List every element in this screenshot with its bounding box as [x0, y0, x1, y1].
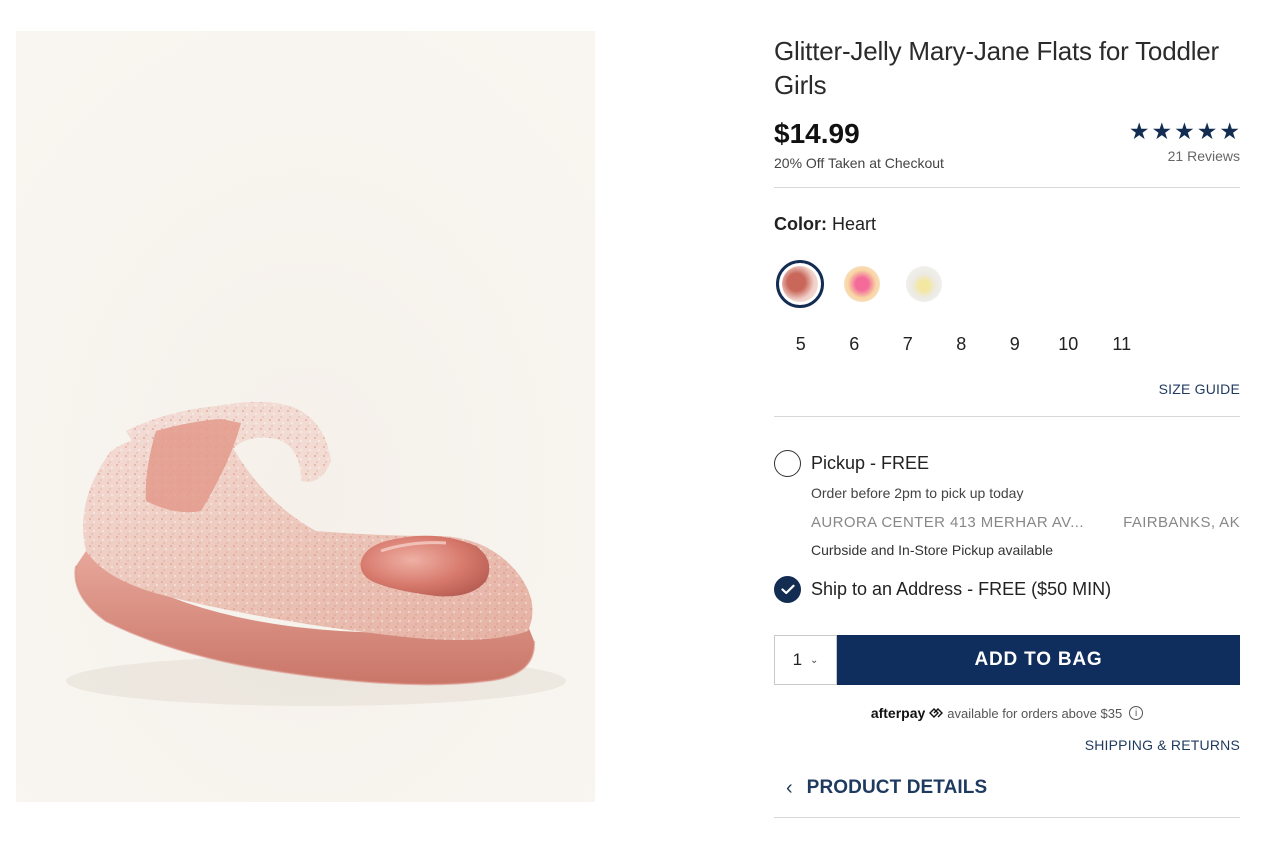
star-icon: ★: [1151, 118, 1173, 144]
star-icon: ★: [1219, 118, 1240, 144]
star-icon: ★: [1196, 118, 1218, 144]
store-location[interactable]: AURORA CENTER 413 MERHAR AV... FAIRBANKS…: [811, 514, 1240, 531]
product-title: Glitter-Jelly Mary-Jane Flats for Toddle…: [774, 36, 1220, 100]
ship-radio[interactable]: [774, 576, 801, 603]
product-details-label: PRODUCT DETAILS: [806, 777, 988, 798]
rainbow-swatch-icon: [844, 266, 880, 302]
color-label-key: Color:: [774, 214, 827, 234]
shipping-returns-link[interactable]: SHIPPING & RETURNS: [774, 737, 1240, 753]
pickup-option[interactable]: Pickup - FREE: [774, 450, 1240, 477]
checkmark-icon: [780, 584, 795, 595]
fulfillment-options: Pickup - FREE Order before 2pm to pick u…: [774, 450, 1240, 603]
afterpay-logo: afterpay: [870, 705, 926, 721]
divider: [774, 416, 1240, 417]
afterpay-arrows-icon: [929, 708, 944, 718]
size-guide-link[interactable]: SIZE GUIDE: [774, 381, 1240, 397]
star-icon: ★: [1128, 118, 1150, 144]
size-option[interactable]: 11: [1095, 332, 1149, 356]
add-to-bag-row: 1 ⌄ ADD TO BAG: [774, 635, 1240, 685]
curbside-note: Curbside and In-Store Pickup available: [811, 542, 1054, 558]
product-details-toggle[interactable]: ‹ PRODUCT DETAILS: [786, 777, 1240, 799]
color-selected-name: Heart: [832, 214, 877, 234]
star-icon: ★: [1174, 118, 1195, 144]
size-option[interactable]: 6: [828, 332, 882, 356]
divider: [774, 187, 1240, 188]
swatch-daisy[interactable]: [900, 260, 948, 308]
add-to-bag-button[interactable]: ADD TO BAG: [837, 635, 1240, 685]
afterpay-note: afterpay available for orders above $35 …: [774, 705, 1240, 721]
price-row: $14.99 20% Off Taken at Checkout ★ ★ ★ ★…: [774, 119, 1240, 172]
heart-swatch-icon: [782, 266, 818, 302]
color-swatches: [776, 260, 1240, 308]
store-city: FAIRBANKS, AK: [1123, 514, 1240, 531]
size-option[interactable]: 8: [935, 332, 989, 356]
swatch-heart[interactable]: [776, 260, 824, 308]
size-option[interactable]: 7: [881, 332, 935, 356]
chevron-left-icon: ‹: [786, 777, 793, 799]
star-rating: ★ ★ ★ ★ ★: [1129, 119, 1240, 143]
size-option[interactable]: 5: [774, 332, 828, 356]
daisy-swatch-icon: [906, 266, 942, 302]
pickup-radio[interactable]: [774, 450, 801, 477]
pickup-label: Pickup - FREE: [811, 453, 930, 473]
afterpay-text: available for orders above $35: [947, 705, 1123, 721]
swatch-rainbow[interactable]: [838, 260, 886, 308]
divider: [774, 817, 1240, 818]
product-info-panel: Glitter-Jelly Mary-Jane Flats for Toddle…: [774, 34, 1240, 818]
shoe-image: [16, 31, 595, 802]
color-label: Color: Heart: [774, 214, 1240, 235]
chevron-down-icon: ⌄: [810, 654, 819, 666]
info-icon[interactable]: i: [1129, 706, 1144, 720]
ship-label: Ship to an Address - FREE ($50 MIN): [811, 579, 1112, 599]
pickup-cutoff-note: Order before 2pm to pick up today: [811, 485, 1024, 501]
rating[interactable]: ★ ★ ★ ★ ★ 21 Reviews: [1129, 119, 1240, 164]
size-option[interactable]: 10: [1042, 332, 1096, 356]
quantity-value: 1: [792, 650, 803, 669]
size-option[interactable]: 9: [988, 332, 1042, 356]
product-image[interactable]: [16, 31, 595, 802]
store-name[interactable]: AURORA CENTER 413 MERHAR AV...: [811, 514, 1084, 531]
quantity-select[interactable]: 1 ⌄: [774, 635, 837, 685]
size-selector: 5 6 7 8 9 10 11: [774, 332, 1240, 356]
reviews-link[interactable]: 21 Reviews: [1129, 148, 1240, 164]
ship-option[interactable]: Ship to an Address - FREE ($50 MIN): [774, 576, 1240, 603]
